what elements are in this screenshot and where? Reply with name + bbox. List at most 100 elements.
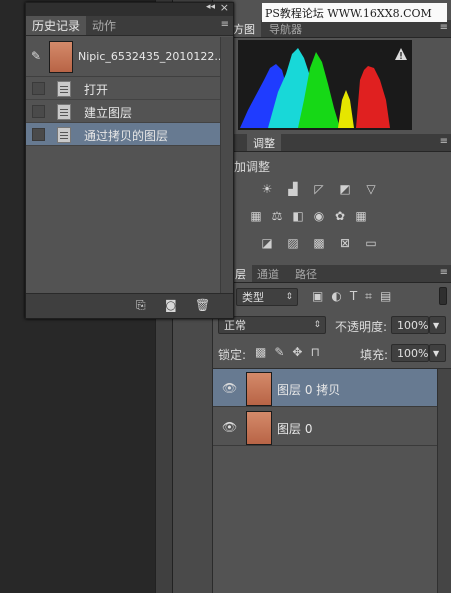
layer-thumbnail [246,372,272,406]
lock-label: 锁定: [218,348,247,362]
history-panel: ◂◂ × 历史记录 动作 ≡ ✎ Nipic_6532435_2010122..… [25,1,234,319]
history-item[interactable]: 建立图层 [26,100,220,123]
chevron-down-icon: ▼ [433,348,440,358]
history-brush-icon[interactable]: ✎ [31,49,41,63]
history-item[interactable]: 通过拷贝的图层 [26,123,220,146]
chevron-down-icon: ▼ [433,320,440,330]
history-item-label: 建立图层 [84,106,133,120]
black-white-icon[interactable]: ◧ [290,209,306,223]
channel-mixer-icon[interactable]: ✿ [332,209,348,223]
invert-icon[interactable]: ◪ [259,236,275,250]
tab-adjustments-label: 调整 [253,136,275,150]
tab-actions[interactable]: 动作 [86,16,122,35]
lock-brush-icon[interactable]: ✎ [274,345,284,359]
opacity-value: 100% [397,318,429,332]
brightness-contrast-icon[interactable]: ☀ [259,182,275,196]
watermark: PS教程论坛 WWW.16XX8.COM [262,3,447,22]
adjustment-icons-row3: ◪ ▨ ▩ ⊠ ▭ [259,236,379,250]
history-snapshot[interactable]: ✎ Nipic_6532435_2010122... [26,37,225,77]
tab-layers-label: 层 [235,267,246,281]
layer-row[interactable]: 👁 图层 0 拷贝 [213,369,437,407]
photo-filter-icon[interactable]: ◉ [311,209,327,223]
blend-mode-value: 正常 [224,319,246,332]
lock-transparent-icon[interactable]: ▩ [255,345,266,359]
tab-navigator[interactable]: 导航器 [263,20,308,37]
new-document-icon[interactable]: ⎘ [136,298,146,313]
history-scrollbar[interactable] [220,37,233,295]
tab-paths[interactable]: 路径 [289,265,323,282]
opacity-input[interactable]: 100% [391,316,429,334]
filter-pixel-icon[interactable]: ▣ [312,289,323,304]
document-icon [57,127,71,143]
history-footer: ⎘ ◙ 🗑 [26,293,233,318]
fill-input[interactable]: 100% [391,344,429,362]
layers-tabbar: 层 通道 路径 ≡ [213,265,451,283]
layer-filter-value: 类型 [242,291,264,304]
history-checkbox[interactable] [32,82,45,95]
snapshot-thumbnail [49,41,73,73]
fill-value: 100% [397,346,429,360]
adjustments-tabbar: 调整 ≡ [213,134,451,152]
history-item-label: 打开 [84,83,109,97]
layers-scrollbar[interactable] [437,369,451,593]
document-icon [57,81,71,97]
history-item-label: 通过拷贝的图层 [84,129,169,143]
lock-icons: ▩ ✎ ✥ ⊓ [255,345,320,359]
panel-menu-icon[interactable]: ≡ [440,136,448,147]
tab-channels-label: 通道 [257,267,279,281]
exposure-icon[interactable]: ◩ [337,182,353,196]
trash-icon[interactable]: 🗑 [195,298,210,312]
warning-icon[interactable] [394,47,408,61]
history-panel-titlebar[interactable]: ◂◂ × [26,1,233,16]
tab-adjustments[interactable]: 调整 [247,134,281,151]
threshold-icon[interactable]: ▩ [311,236,327,250]
panel-menu-icon[interactable]: ≡ [440,267,448,278]
eye-icon[interactable]: 👁 [222,420,237,434]
eye-icon[interactable]: 👁 [222,381,237,395]
hue-saturation-icon[interactable]: ▦ [248,209,264,223]
opacity-dropdown[interactable]: ▼ [429,316,446,334]
tab-history[interactable]: 历史记录 [26,16,87,35]
tab-histogram-label: 方图 [233,22,255,36]
panel-menu-icon[interactable]: ≡ [221,19,229,30]
color-lookup-icon[interactable]: ▦ [353,209,369,223]
blend-mode-select[interactable]: 正常 ⇕ [218,316,326,334]
camera-icon[interactable]: ◙ [165,298,177,312]
filter-adjustment-icon[interactable]: ◐ [331,289,341,304]
histogram-graph [238,40,412,130]
gradient-map-icon[interactable]: ▭ [363,236,379,250]
lock-position-icon[interactable]: ✥ [292,345,302,359]
filter-toggle[interactable] [439,287,447,305]
lock-all-icon[interactable]: ⊓ [310,345,319,359]
history-item[interactable]: 打开 [26,77,220,100]
levels-icon[interactable]: ▟ [285,182,301,196]
history-checkbox[interactable] [32,105,45,118]
collapse-icon[interactable]: ◂◂ [206,2,215,12]
filter-type-icon[interactable]: T [350,289,357,304]
history-checkbox[interactable] [32,128,45,141]
posterize-icon[interactable]: ▨ [285,236,301,250]
filter-smart-icon[interactable]: ▤ [380,289,391,304]
layer-name: 图层 0 [277,422,313,436]
color-balance-icon[interactable]: ⚖ [269,209,285,223]
close-icon[interactable]: × [220,1,229,14]
tab-paths-label: 路径 [295,267,317,281]
opacity-label: 不透明度: [335,320,388,334]
tab-history-label: 历史记录 [32,19,81,33]
filter-shape-icon[interactable]: ⌗ [365,289,372,304]
panel-menu-icon[interactable]: ≡ [440,22,448,33]
chevron-down-icon: ⇕ [285,292,293,302]
fill-dropdown[interactable]: ▼ [429,344,446,362]
adjustment-icons-row1: ☀ ▟ ◸ ◩ ▽ [259,182,379,196]
layer-name: 图层 0 拷贝 [277,383,341,397]
histogram-tabbar: 方图 导航器 ≡ [213,20,451,38]
layer-filter-select[interactable]: 类型 ⇕ [236,288,298,306]
tab-channels[interactable]: 通道 [251,265,285,282]
layer-row[interactable]: 👁 图层 0 [213,408,437,446]
adjustment-icons-row2: ▦ ⚖ ◧ ◉ ✿ ▦ [248,209,369,223]
curves-icon[interactable]: ◸ [311,182,327,196]
selective-color-icon[interactable]: ⊠ [337,236,353,250]
history-tabbar: 历史记录 动作 ≡ [26,16,233,36]
fill-label: 填充: [360,348,389,362]
vibrance-icon[interactable]: ▽ [363,182,379,196]
